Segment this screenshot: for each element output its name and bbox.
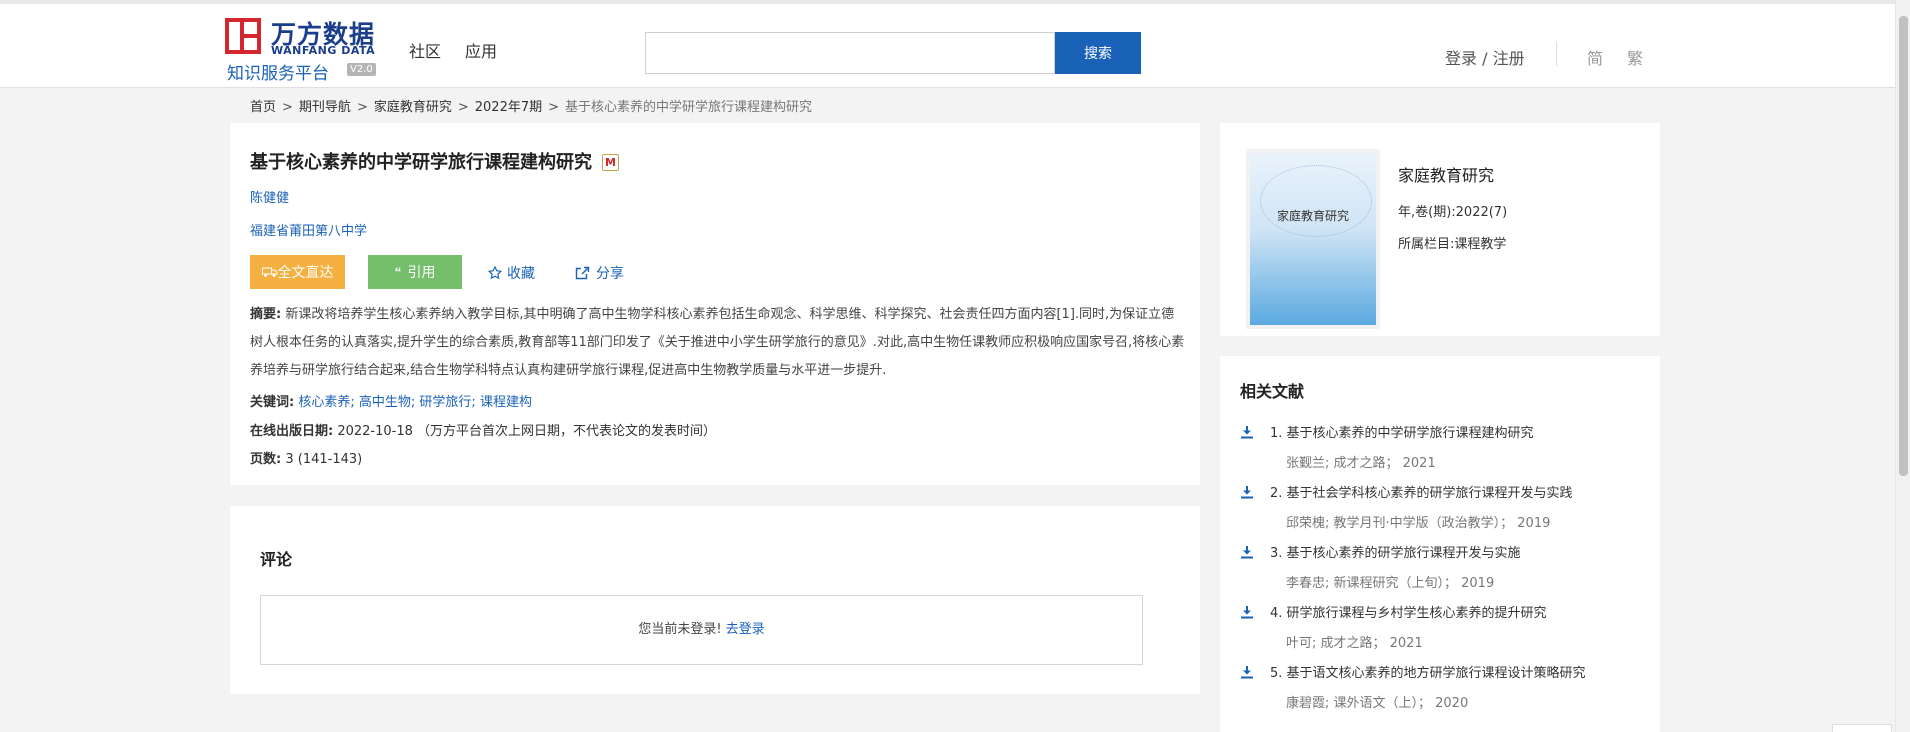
mendeley-badge-icon[interactable]: M — [602, 154, 619, 171]
download-icon[interactable] — [1240, 425, 1254, 439]
journal-year-row: 年,卷(期):2022(7) — [1398, 201, 1507, 220]
breadcrumb-journal-nav[interactable]: 期刊导航 — [299, 100, 351, 115]
journal-name-link[interactable]: 家庭教育研究 — [1398, 162, 1494, 186]
keywords-row: 关键词: 核心素养; 高中生物; 研学旅行; 课程建构 — [250, 391, 532, 410]
related-item-meta: 叶可; 成才之路； 2021 — [1286, 636, 1423, 651]
wanfang-logo-icon — [225, 18, 261, 54]
related-item-meta: 李春忠; 新课程研究（上旬）； 2019 — [1286, 576, 1495, 591]
related-literature-card: 相关文献 1. 基于核心素养的中学研学旅行课程建构研究 张觐兰; 成才之路； 2… — [1220, 356, 1660, 732]
related-title: 相关文献 — [1240, 382, 1305, 401]
journal-column-label: 所属栏目: — [1398, 237, 1455, 252]
go-login-link[interactable]: 去登录 — [726, 622, 765, 637]
related-item-title[interactable]: 4. 研学旅行课程与乡村学生核心素养的提升研究 — [1270, 602, 1547, 621]
scrollbar-thumb[interactable] — [1899, 16, 1908, 476]
journal-cover-image[interactable]: 家庭教育研究 — [1250, 153, 1376, 325]
share-button[interactable]: 分享 — [575, 263, 624, 283]
breadcrumb-issue[interactable]: 2022年7期 — [475, 100, 542, 115]
search-input[interactable] — [645, 32, 1055, 74]
top-header: 万方数据 WANFANG DATA 知识服务平台 V2.0 社区 应用 搜索 登… — [0, 0, 1895, 88]
logo-english-name: WANFANG DATA — [271, 44, 376, 57]
keywords-label: 关键词: — [250, 395, 295, 410]
breadcrumb-home[interactable]: 首页 — [250, 100, 276, 115]
journal-column-value: 课程教学 — [1454, 237, 1507, 252]
keyword-link[interactable]: 核心素养; — [298, 395, 354, 410]
related-item-title[interactable]: 2. 基于社会学科核心素养的研学旅行课程开发与实践 — [1270, 482, 1573, 501]
breadcrumb-separator: > — [457, 100, 469, 115]
publish-date-note: （万方平台首次上网日期，不代表论文的发表时间） — [417, 424, 717, 439]
not-logged-in-text: 您当前未登录! — [638, 622, 722, 637]
breadcrumb-separator: > — [356, 100, 368, 115]
download-icon[interactable] — [1240, 545, 1254, 559]
download-icon[interactable] — [1240, 665, 1254, 679]
related-item-title[interactable]: 3. 基于核心素养的研学旅行课程开发与实施 — [1270, 542, 1521, 561]
author-link[interactable]: 陈健健 — [250, 187, 289, 206]
pages-value: 3 (141-143) — [285, 452, 363, 467]
breadcrumb-journal[interactable]: 家庭教育研究 — [374, 100, 452, 115]
related-item-meta: 康碧霞; 课外语文（上）； 2020 — [1286, 696, 1469, 711]
truck-icon — [261, 267, 277, 277]
page-scrollbar[interactable] — [1895, 0, 1910, 732]
list-item: 4. 研学旅行课程与乡村学生核心素养的提升研究 叶可; 成才之路； 2021 — [1240, 601, 1650, 661]
header-divider — [1556, 42, 1557, 66]
version-badge: V2.0 — [347, 63, 376, 76]
article-title: 基于核心素养的中学研学旅行课程建构研究 — [250, 152, 592, 173]
publish-date-label: 在线出版日期: — [250, 424, 334, 439]
share-label: 分享 — [596, 266, 624, 282]
favorite-label: 收藏 — [507, 266, 535, 282]
list-item: 1. 基于核心素养的中学研学旅行课程建构研究 张觐兰; 成才之路； 2021 — [1240, 421, 1650, 481]
cover-title: 家庭教育研究 — [1276, 209, 1349, 223]
related-item-meta: 邱荣槐; 教学月刊·中学版（政治教学）； 2019 — [1286, 516, 1551, 531]
quote-icon: “ — [394, 264, 402, 280]
publish-date-row: 在线出版日期: 2022-10-18 （万方平台首次上网日期，不代表论文的发表时… — [250, 420, 716, 439]
wanfang-logo[interactable]: 万方数据 WANFANG DATA 知识服务平台 V2.0 — [225, 14, 385, 84]
lang-traditional[interactable]: 繁 — [1627, 45, 1643, 69]
nav-community[interactable]: 社区 — [409, 38, 441, 62]
pages-row: 页数: 3 (141-143) — [250, 448, 362, 467]
cite-label: 引用 — [407, 264, 436, 280]
journal-card: 家庭教育研究 家庭教育研究 年,卷(期):2022(7) 所属栏目:课程教学 — [1220, 123, 1660, 336]
breadcrumb-current: 基于核心素养的中学研学旅行课程建构研究 — [565, 100, 813, 115]
search-button[interactable]: 搜索 — [1055, 32, 1141, 74]
journal-year-value: 2022(7) — [1455, 205, 1508, 220]
list-item: 5. 基于语文核心素养的地方研学旅行课程设计策略研究 康碧霞; 课外语文（上）；… — [1240, 661, 1650, 721]
comment-login-box: 您当前未登录! 去登录 — [260, 595, 1143, 665]
floating-widget[interactable] — [1832, 724, 1892, 732]
fulltext-label: 全文直达 — [277, 264, 334, 280]
breadcrumb-separator: > — [548, 100, 560, 115]
share-icon — [575, 266, 590, 280]
cite-button[interactable]: “ 引用 — [368, 255, 462, 289]
download-icon[interactable] — [1240, 605, 1254, 619]
breadcrumb: 首页 > 期刊导航 > 家庭教育研究 >2022年7期 > 基于核心素养的中学研学旅行课程建构… — [250, 96, 812, 115]
star-icon — [487, 265, 503, 280]
lang-simplified[interactable]: 简 — [1587, 45, 1603, 69]
article-card: 基于核心素养的中学研学旅行课程建构研究 M 陈健健 福建省莆田第八中学 全文直达 … — [230, 123, 1200, 485]
logo-subtitle: 知识服务平台 — [227, 64, 329, 84]
keyword-link[interactable]: 高中生物; — [359, 395, 415, 410]
keyword-link[interactable]: 课程建构 — [480, 395, 532, 410]
organization-link[interactable]: 福建省莆田第八中学 — [250, 220, 367, 239]
login-register-link[interactable]: 登录 / 注册 — [1445, 45, 1525, 69]
abstract: 摘要: 新课改将培养学生核心素养纳入教学目标,其中明确了高中生物学科核心素养包括… — [250, 301, 1185, 385]
list-item: 2. 基于社会学科核心素养的研学旅行课程开发与实践 邱荣槐; 教学月刊·中学版（… — [1240, 481, 1650, 541]
fulltext-button[interactable]: 全文直达 — [250, 255, 345, 289]
article-title-row: 基于核心素养的中学研学旅行课程建构研究 M — [250, 148, 619, 174]
keyword-link[interactable]: 研学旅行; — [419, 395, 475, 410]
related-item-meta: 张觐兰; 成才之路； 2021 — [1286, 456, 1436, 471]
journal-column-row: 所属栏目:课程教学 — [1398, 233, 1506, 252]
breadcrumb-separator: > — [282, 100, 293, 115]
nav-apps[interactable]: 应用 — [465, 38, 497, 62]
favorite-button[interactable]: 收藏 — [487, 263, 535, 283]
list-item: 3. 基于核心素养的研学旅行课程开发与实施 李春忠; 新课程研究（上旬）； 20… — [1240, 541, 1650, 601]
related-item-title[interactable]: 1. 基于核心素养的中学研学旅行课程建构研究 — [1270, 422, 1534, 441]
publish-date-value: 2022-10-18 — [337, 424, 413, 439]
abstract-text: 新课改将培养学生核心素养纳入教学目标,其中明确了高中生物学科核心素养包括生命观念… — [250, 307, 1185, 378]
download-icon[interactable] — [1240, 485, 1254, 499]
comment-title: 评论 — [260, 550, 293, 569]
abstract-label: 摘要: — [250, 307, 282, 322]
related-item-title[interactable]: 5. 基于语文核心素养的地方研学旅行课程设计策略研究 — [1270, 662, 1586, 681]
comment-card: 评论 您当前未登录! 去登录 — [230, 506, 1200, 694]
pages-label: 页数: — [250, 452, 282, 467]
journal-year-label: 年,卷(期): — [1398, 205, 1456, 220]
